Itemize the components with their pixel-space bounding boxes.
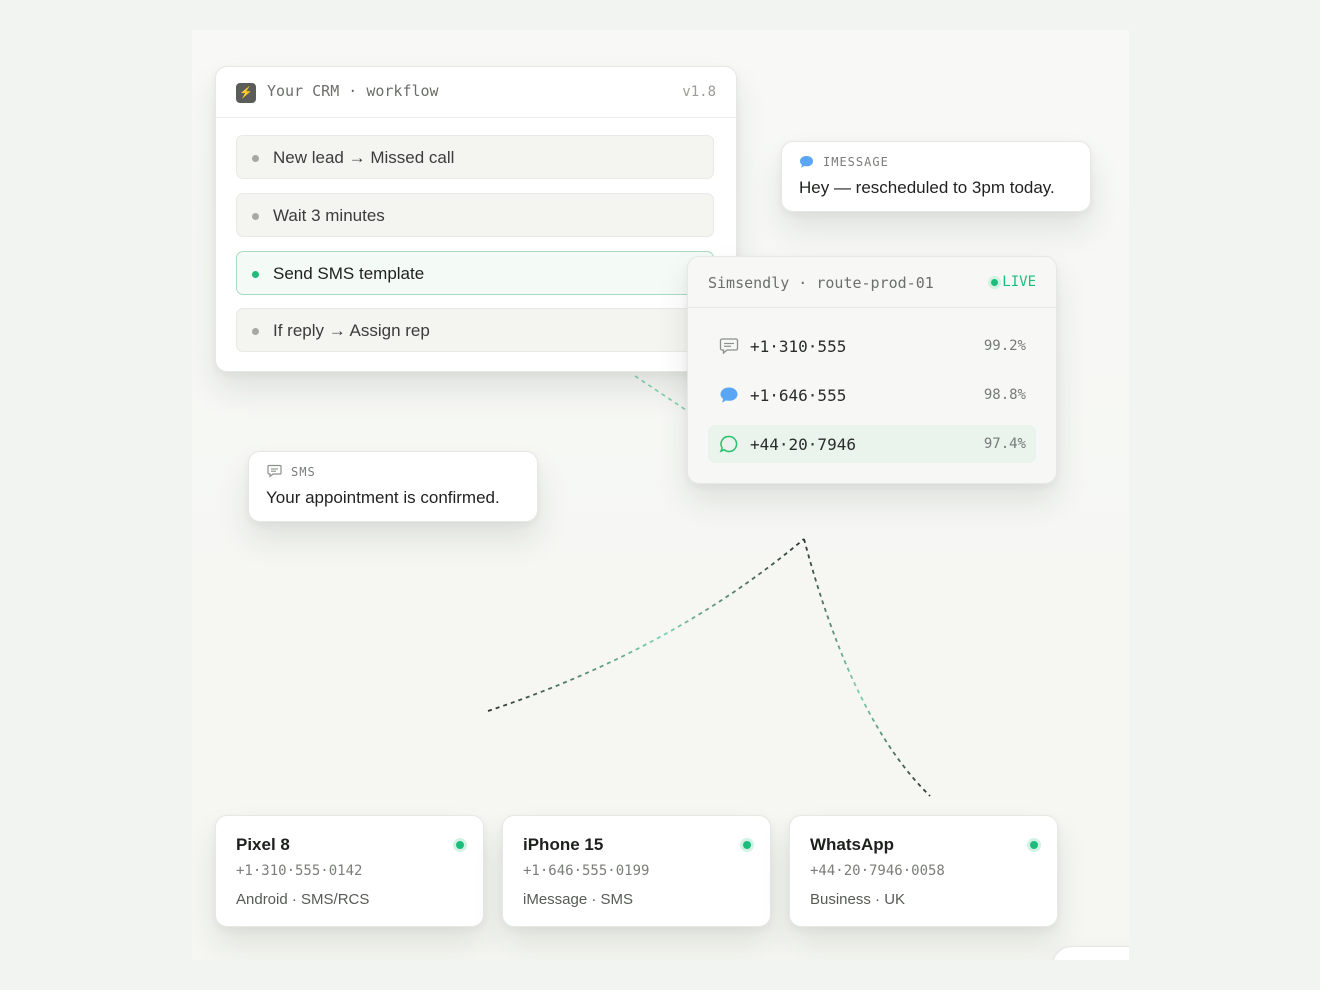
step-label: Wait 3 minutes [273,206,385,225]
device-name: iPhone 15 [523,835,604,854]
workflow-step-if-reply[interactable]: If reply → Assign rep [236,308,714,352]
sms-icon [267,464,282,478]
sms-icon [719,338,739,355]
step-dot-icon [252,271,259,278]
sms-tag: SMS [291,465,316,479]
imessage-tag: IMESSAGE [823,155,889,169]
bolt-icon: ⚡ [236,83,256,103]
device-name: Pixel 8 [236,835,290,854]
live-status: LIVE [1002,274,1036,290]
live-dot-icon [991,279,998,286]
device-card-iphone[interactable]: iPhone 15 +1·646·555·0199 iMessage · SMS [502,815,771,927]
route-row[interactable]: +1·310·555 99.2% [708,327,1036,365]
workflow-step-wait[interactable]: Wait 3 minutes [236,193,714,237]
imessage-icon [800,156,813,168]
step-label: New lead → Missed call [273,148,455,167]
online-dot-icon [456,841,464,849]
sms-text: Your appointment is confirmed. [266,488,500,507]
device-subtitle: Business · UK [810,891,906,908]
device-name: WhatsApp [810,835,895,854]
route-rate: 98.8% [983,387,1026,403]
step-dot-icon [252,328,259,335]
device-card-pixel[interactable]: Pixel 8 +1·310·555·0142 Android · SMS/RC… [215,815,484,927]
crm-title: Your CRM · workflow [267,82,439,100]
route-row-active[interactable]: +44·20·7946 97.4% [708,425,1036,463]
route-card: Simsendly · route-prod-01 LIVE +1·310·55… [687,256,1057,484]
route-row[interactable]: +1·646·555 98.8% [708,376,1036,414]
route-number: +1·310·555 [750,337,847,356]
crm-version: v1.8 [682,84,716,100]
connector-right [803,538,931,797]
workflow-step-new-lead[interactable]: New lead → Missed call [236,135,714,179]
route-rate: 99.2% [983,338,1026,354]
workflow-step-send-sms[interactable]: Send SMS template [236,251,714,295]
online-dot-icon [743,841,751,849]
partial-card-edge [1052,946,1129,960]
connector-crm-route [634,375,687,411]
route-rate: 97.4% [983,436,1026,452]
imessage-bubble: IMESSAGE Hey — rescheduled to 3pm today. [781,141,1091,212]
device-subtitle: iMessage · SMS [523,891,634,908]
canvas: ⚡ Your CRM · workflow v1.8 New lead → Mi… [192,30,1129,960]
step-dot-icon [252,213,259,220]
connector-left [487,538,805,712]
whatsapp-icon [719,435,738,453]
device-card-whatsapp[interactable]: WhatsApp +44·20·7946·0058 Business · UK [789,815,1058,927]
device-subtitle: Android · SMS/RCS [236,891,370,908]
route-number: +44·20·7946 [750,435,856,454]
route-number: +1·646·555 [750,386,847,405]
route-header: Simsendly · route-prod-01 LIVE [688,257,1056,308]
imessage-icon [720,387,738,403]
crm-workflow-card: ⚡ Your CRM · workflow v1.8 New lead → Mi… [215,66,737,372]
device-phone: +1·310·555·0142 [236,863,363,879]
online-dot-icon [1030,841,1038,849]
crm-header: ⚡ Your CRM · workflow v1.8 [216,67,736,118]
step-label: Send SMS template [273,264,425,283]
device-phone: +44·20·7946·0058 [810,863,945,879]
device-phone: +1·646·555·0199 [523,863,650,879]
imessage-text: Hey — rescheduled to 3pm today. [799,178,1055,197]
step-label: If reply → Assign rep [273,321,430,340]
sms-bubble: SMS Your appointment is confirmed. [248,451,538,522]
route-title: Simsendly · route-prod-01 [708,274,934,292]
step-dot-icon [252,155,259,162]
